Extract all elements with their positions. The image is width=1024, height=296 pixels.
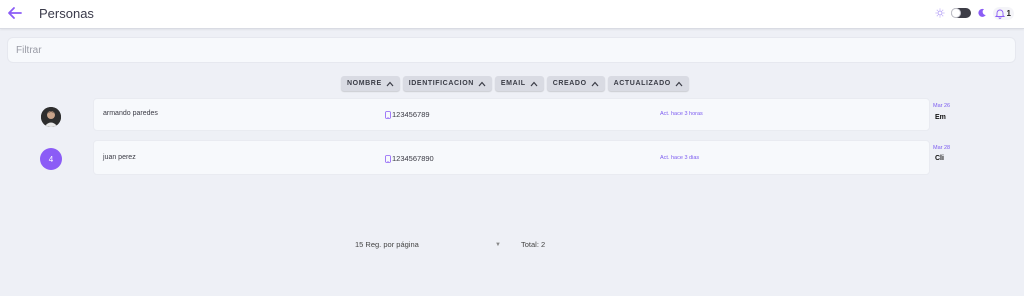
identification-value: 1234567890 [392,154,434,163]
sort-button-nombre[interactable]: NOMBRE [341,76,400,91]
page-title: Personas [39,6,94,21]
caret-down-icon: ▼ [495,241,501,248]
row-code: Cli [935,155,944,162]
sort-button-creado[interactable]: CREADO [546,76,605,91]
identification-value: 123456789 [392,110,430,119]
phone-icon [385,154,391,163]
bell-icon [994,9,1005,19]
person-name: armando paredes [103,110,158,117]
person-identification: 123456789 [385,110,430,119]
sun-icon [935,8,945,18]
avatar[interactable] [41,107,61,127]
per-page-label: 15 Reg. por página [355,240,419,249]
sort-label: EMAIL [500,80,526,87]
chevron-up-icon [675,81,683,86]
per-page-select[interactable]: 15 Reg. por página ▼ [355,240,501,249]
sort-label: NOMBRE [347,80,382,87]
header-actions: 1 [935,6,1014,20]
top-app-bar: Personas 1 [0,0,1024,29]
sort-button-identificacion[interactable]: IDENTIFICACION [402,76,492,91]
chevron-up-icon [386,81,394,86]
person-name: juan perez [103,154,136,161]
person-card[interactable]: juan perez 1234567890 Act. hace 3 dias [93,140,930,175]
total-count: Total: 2 [521,240,546,249]
sort-button-actualizado[interactable]: ACTUALIZADO [607,76,689,91]
updated-label: Act. hace 3 horas [660,111,703,117]
chevron-up-icon [591,81,599,86]
filter-input[interactable] [8,38,1015,62]
person-card[interactable]: armando paredes 123456789 Act. hace 3 ho… [93,98,930,131]
moon-icon [977,8,986,17]
row-date: Mar 26 [933,103,951,109]
pagination: 15 Reg. por página ▼ Total: 2 [355,240,545,249]
sort-label: ACTUALIZADO [613,80,671,87]
theme-toggle[interactable] [950,8,971,18]
updated-label: Act. hace 3 dias [660,155,700,161]
person-photo-icon [41,107,61,127]
notifications-button[interactable]: 1 [992,6,1014,20]
filter-bar [7,37,1016,63]
row-code: Em [935,114,946,121]
back-arrow-icon[interactable] [6,5,24,21]
avatar[interactable]: 4 [40,148,62,170]
row-date: Mar 28 [933,145,951,151]
chevron-up-icon [530,81,538,86]
phone-icon [385,110,391,119]
sort-button-email[interactable]: EMAIL [494,76,544,91]
sort-toolbar: NOMBRE IDENTIFICACION EMAIL CREADO ACTUA… [341,76,689,91]
chevron-up-icon [478,81,486,86]
sort-label: IDENTIFICACION [408,80,474,87]
toggle-knob [950,8,961,18]
sort-label: CREADO [552,80,587,87]
person-identification: 1234567890 [385,154,434,163]
notifications-count: 1 [1006,8,1011,18]
